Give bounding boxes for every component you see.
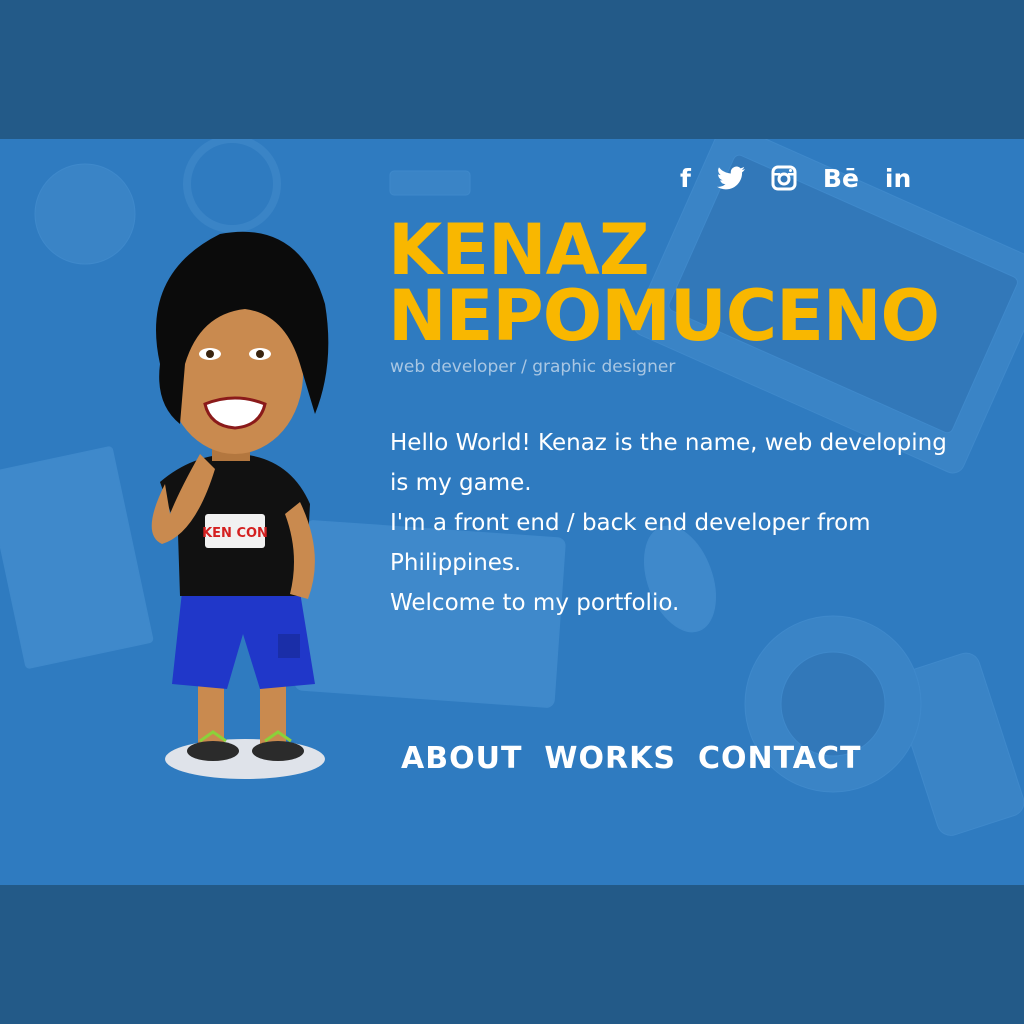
nav-about-link[interactable]: ABOUT — [401, 741, 522, 776]
intro-line: Welcome to my portfolio. — [390, 590, 680, 616]
main-nav: ABOUT WORKS CONTACT — [401, 741, 861, 776]
linkedin-icon[interactable]: in — [885, 159, 911, 197]
social-links: f Bē in — [680, 159, 911, 197]
intro-text: Hello World! Kenaz is the name, web deve… — [390, 423, 950, 623]
shirt-logo: KEN CON — [202, 514, 268, 548]
nav-works-link[interactable]: WORKS — [544, 741, 676, 776]
behance-icon[interactable]: Bē — [823, 159, 859, 197]
nav-contact-link[interactable]: CONTACT — [698, 741, 861, 776]
facebook-icon[interactable]: f — [680, 159, 691, 197]
hero-section: f Bē in KENAZ NEPOMUCENO web developer /… — [0, 139, 1024, 885]
name-last: NEPOMUCENO — [388, 275, 940, 357]
instagram-icon[interactable] — [771, 159, 797, 197]
subtitle: web developer / graphic designer — [390, 357, 676, 377]
avatar: KEN CON — [151, 231, 329, 779]
svg-text:KEN CON: KEN CON — [202, 526, 268, 541]
intro-line: I'm a front end / back end developer fro… — [390, 510, 871, 576]
page-title: KENAZ NEPOMUCENO — [388, 215, 940, 351]
bottom-band — [0, 885, 1024, 1024]
twitter-icon[interactable] — [716, 159, 745, 197]
top-band — [0, 0, 1024, 139]
intro-line: Hello World! Kenaz is the name, web deve… — [390, 430, 947, 496]
